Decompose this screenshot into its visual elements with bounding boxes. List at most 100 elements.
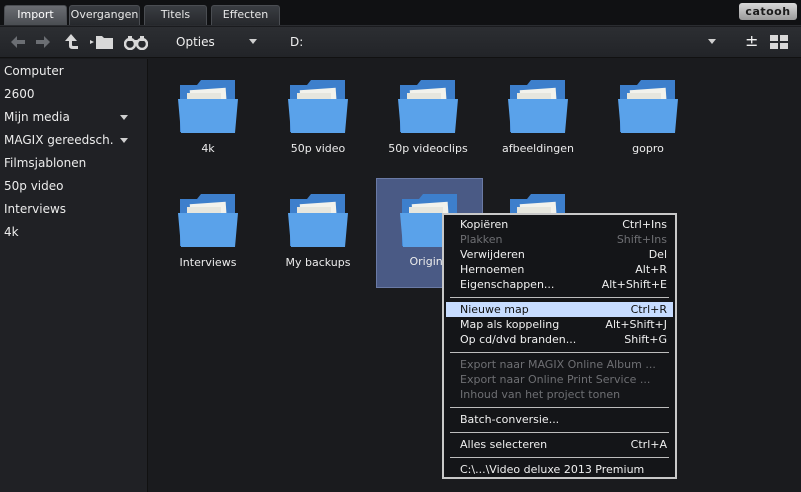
menu-separator <box>450 297 669 298</box>
sidebar-item-4k[interactable]: 4k <box>4 223 142 241</box>
menu-item-label: Nieuwe map <box>460 303 529 316</box>
plus-minus-icon[interactable]: ± <box>745 31 758 50</box>
menu-item-batch-conversie[interactable]: Batch-conversie... <box>446 412 673 427</box>
menu-item-alles-selecteren[interactable]: Alles selecteren Ctrl+A <box>446 437 673 452</box>
sidebar-item-label: Computer <box>4 64 64 78</box>
menu-item-export-print-service[interactable]: Export naar Online Print Service ... <box>446 372 673 387</box>
folder-label: afbeeldingen <box>502 142 574 155</box>
menu-separator <box>450 407 669 408</box>
menu-item-map-als-koppeling[interactable]: Map als koppeling Alt+Shift+J <box>446 317 673 332</box>
menu-item-nieuwe-map[interactable]: Nieuwe map Ctrl+R <box>446 302 673 317</box>
folder-browse-icon[interactable] <box>89 33 115 51</box>
menu-item-shortcut: Ctrl+R <box>630 303 667 316</box>
menu-item-shortcut: Ctrl+A <box>630 438 667 451</box>
folder-icon <box>178 80 238 133</box>
tab-overgangen[interactable]: Overgangen <box>69 5 140 25</box>
menu-item-shortcut: Shift+Ins <box>616 233 667 246</box>
sidebar-item-2600[interactable]: 2600 <box>4 85 142 103</box>
sidebar-item-label: Filmsjablonen <box>4 156 87 170</box>
folder-label: gopro <box>632 142 664 155</box>
menu-item-shortcut: Alt+R <box>635 263 667 276</box>
folder-icon <box>508 80 568 133</box>
menu-item-label: Export naar MAGIX Online Album ... <box>460 358 656 371</box>
sidebar-item-filmsjablonen[interactable]: Filmsjablonen <box>4 154 142 172</box>
options-chevron-down-icon[interactable] <box>249 39 257 44</box>
folder-icon <box>288 80 348 133</box>
sidebar-item-label: 4k <box>4 225 19 239</box>
menu-item-label: Inhoud van het project tonen <box>460 388 621 401</box>
menu-item-export-online-album[interactable]: Export naar MAGIX Online Album ... <box>446 357 673 372</box>
sidebar: Computer 2600 Mijn media MAGIX gereedsch… <box>0 59 148 492</box>
folder-item[interactable]: My backups <box>263 183 373 283</box>
folder-label: 50p video <box>290 142 346 155</box>
folder-item[interactable]: 50p video <box>263 69 373 169</box>
menu-item-shortcut: Alt+Shift+J <box>605 318 667 331</box>
folder-item[interactable]: 4k <box>153 69 263 169</box>
path-dropdown[interactable]: D: <box>290 35 303 49</box>
menu-item-kopieren[interactable]: Kopiëren Ctrl+Ins <box>446 217 673 232</box>
menu-separator <box>450 432 669 433</box>
menu-item-label: Export naar Online Print Service ... <box>460 373 651 386</box>
sidebar-item-mijn-media[interactable]: Mijn media <box>4 108 142 126</box>
sidebar-item-interviews[interactable]: Interviews <box>4 200 142 218</box>
sidebar-item-computer[interactable]: Computer <box>4 62 142 80</box>
up-folder-icon[interactable] <box>61 33 81 51</box>
menu-item-label: Batch-conversie... <box>460 413 560 426</box>
grid-view-icon[interactable] <box>768 33 790 51</box>
menu-separator <box>450 352 669 353</box>
folder-item[interactable]: 50p videoclips <box>373 69 483 169</box>
folder-icon <box>398 80 458 133</box>
folder-label: Interviews <box>179 256 237 269</box>
menu-item-eigenschappen[interactable]: Eigenschappen... Alt+Shift+E <box>446 277 673 292</box>
brand-logo: catooh <box>739 3 797 20</box>
menu-item-shortcut: Del <box>648 248 667 261</box>
sidebar-item-label: Mijn media <box>4 110 70 124</box>
forward-arrow-icon[interactable] <box>33 33 53 51</box>
sidebar-item-magix-gereedsch[interactable]: MAGIX gereedsch. <box>4 131 142 149</box>
menu-item-label: Alles selecteren <box>460 438 548 451</box>
menu-item-label: Op cd/dvd branden... <box>460 333 577 346</box>
sidebar-item-label: Interviews <box>4 202 67 216</box>
folder-item[interactable]: gopro <box>593 69 703 169</box>
menu-item-shortcut: Ctrl+Ins <box>622 218 667 231</box>
path-chevron-down-icon[interactable] <box>708 39 716 44</box>
menu-item-plakken[interactable]: Plakken Shift+Ins <box>446 232 673 247</box>
back-arrow-icon[interactable] <box>8 33 28 51</box>
menu-item-recent-path[interactable]: C:\...\Video deluxe 2013 Premium <box>446 462 673 477</box>
menu-item-label: Verwijderen <box>460 248 525 261</box>
tab-titels[interactable]: Titels <box>144 5 207 25</box>
folder-label: 50p videoclips <box>388 142 468 155</box>
menu-item-label: Kopiëren <box>460 218 509 231</box>
folder-icon <box>288 194 348 247</box>
chevron-down-icon[interactable] <box>120 115 128 120</box>
folder-icon <box>618 80 678 133</box>
sidebar-item-label: 2600 <box>4 87 35 101</box>
tab-bar: Import Overgangen Titels Effecten catooh <box>0 0 801 26</box>
folder-item[interactable]: afbeeldingen <box>483 69 593 169</box>
menu-item-label: Map als koppeling <box>460 318 560 331</box>
tab-import[interactable]: Import <box>4 5 67 25</box>
toolbar: Opties D: ± <box>0 27 801 58</box>
binoculars-icon[interactable] <box>123 33 149 51</box>
menu-item-label: Eigenschappen... <box>460 278 555 291</box>
menu-item-hernoemen[interactable]: Hernoemen Alt+R <box>446 262 673 277</box>
folder-item[interactable]: Interviews <box>153 183 263 283</box>
menu-item-label: Plakken <box>460 233 503 246</box>
chevron-down-icon[interactable] <box>120 138 128 143</box>
menu-item-shortcut: Shift+G <box>624 333 667 346</box>
menu-item-label: C:\...\Video deluxe 2013 Premium <box>460 463 645 476</box>
options-dropdown[interactable]: Opties <box>176 35 215 49</box>
sidebar-item-50p-video[interactable]: 50p video <box>4 177 142 195</box>
menu-separator <box>450 457 669 458</box>
menu-item-op-cd-dvd-branden[interactable]: Op cd/dvd branden... Shift+G <box>446 332 673 347</box>
menu-item-inhoud-project-tonen[interactable]: Inhoud van het project tonen <box>446 387 673 402</box>
menu-item-label: Hernoemen <box>460 263 525 276</box>
menu-item-verwijderen[interactable]: Verwijderen Del <box>446 247 673 262</box>
folder-icon <box>178 194 238 247</box>
folder-label: My backups <box>285 256 351 269</box>
menu-item-shortcut: Alt+Shift+E <box>601 278 667 291</box>
sidebar-item-label: 50p video <box>4 179 64 193</box>
folder-label: 4k <box>201 142 215 155</box>
sidebar-item-label: MAGIX gereedsch. <box>4 133 114 147</box>
tab-effecten[interactable]: Effecten <box>211 5 280 25</box>
